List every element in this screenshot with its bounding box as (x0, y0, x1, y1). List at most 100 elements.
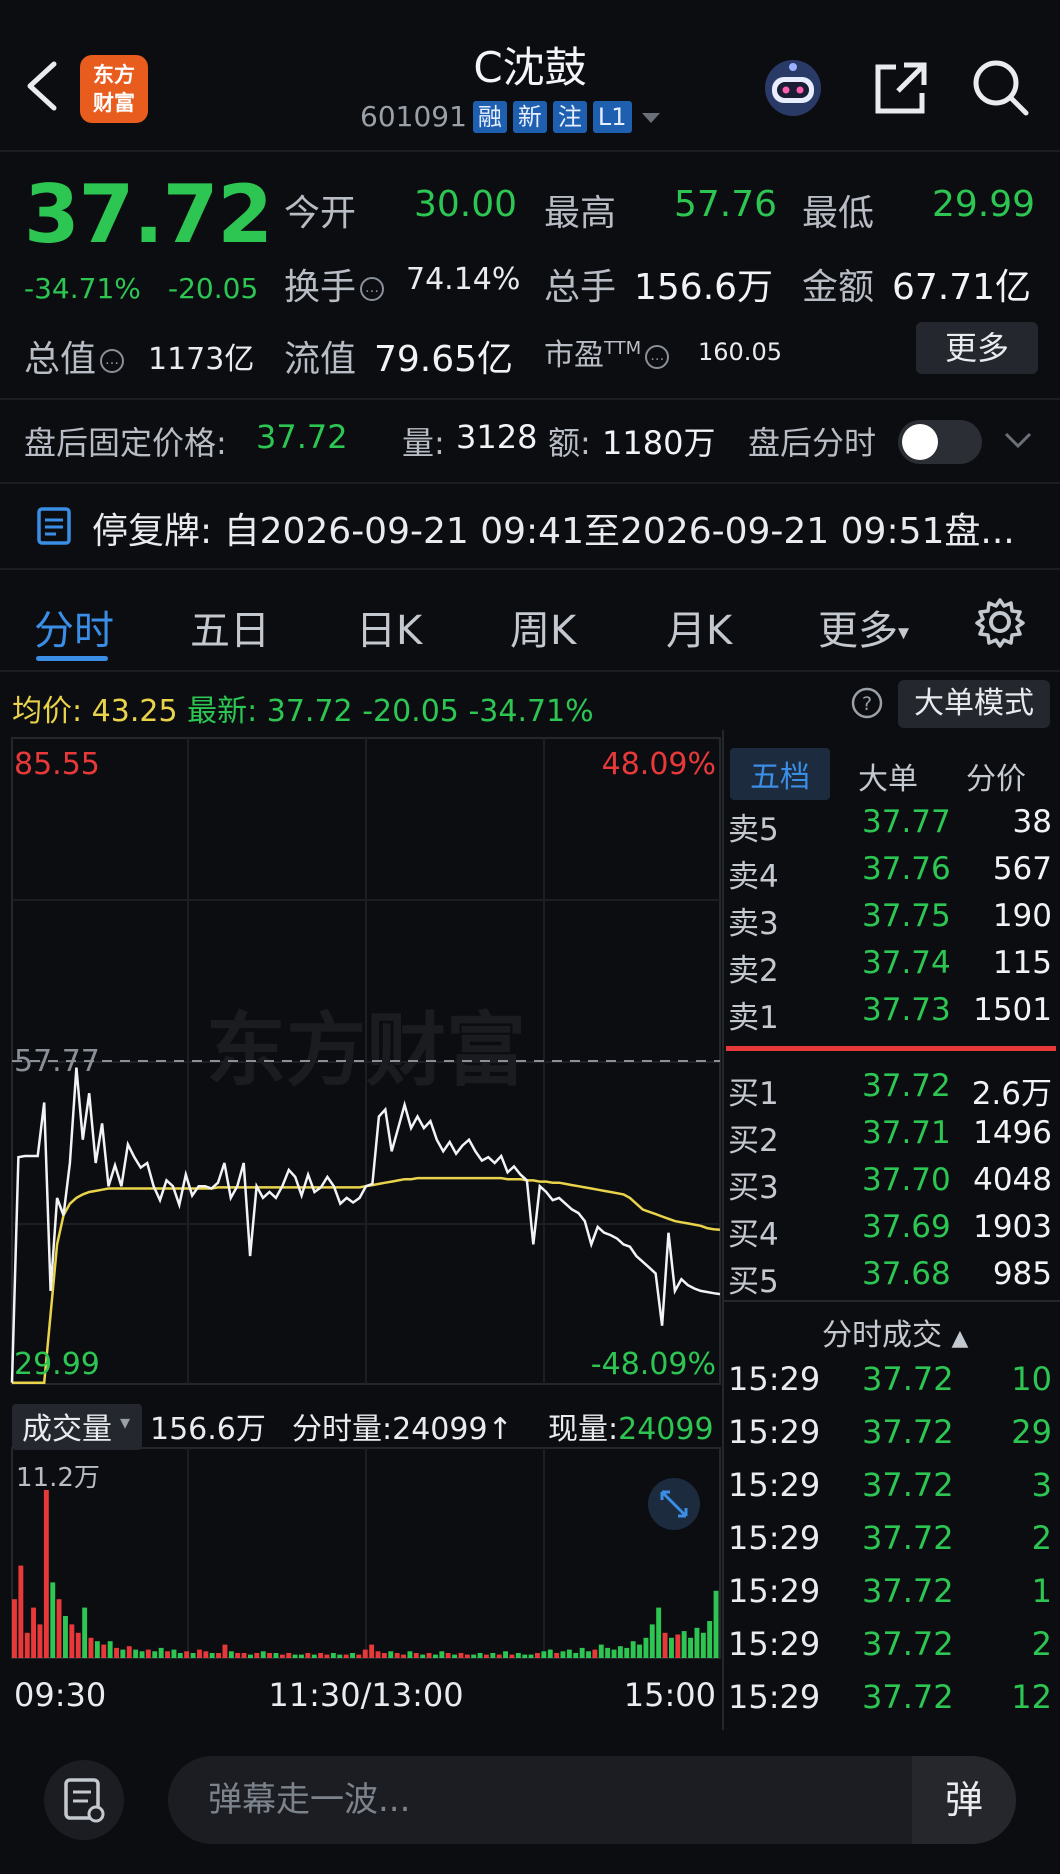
search-icon[interactable] (968, 55, 1034, 121)
ask-row[interactable]: 卖5 37.77 38 (728, 804, 1052, 851)
tab-big-orders[interactable]: 大单 (858, 754, 918, 798)
volume-bar (82, 1607, 88, 1658)
bid-row[interactable]: 买4 37.69 1903 (728, 1209, 1052, 1256)
volume-bar (286, 1653, 292, 1658)
volume-bar (592, 1649, 598, 1658)
info-icon[interactable]: … (360, 277, 385, 301)
stock-title: C沈鼓 (473, 43, 587, 92)
suspension-notice[interactable]: 停复牌: 自2026-09-21 09:41至2026-09-21 09:51盘… (92, 502, 1015, 554)
tab-monthly-k[interactable]: 月K (666, 598, 732, 656)
tab-intraday[interactable]: 分时 (34, 598, 114, 656)
volume-bar (158, 1647, 164, 1658)
bid-volume: 2.6万 (971, 1076, 1052, 1112)
info-icon[interactable]: … (645, 344, 670, 369)
ask-row[interactable]: 卖4 37.76 567 (728, 851, 1052, 898)
robot-assistant-icon[interactable] (760, 55, 826, 121)
volume-bar (369, 1644, 375, 1658)
volume-bar (375, 1651, 381, 1658)
ask-volume: 1501 (973, 992, 1052, 1028)
volume-bar (522, 1654, 528, 1658)
ask-volume: 567 (992, 851, 1052, 887)
tab-daily-k[interactable]: 日K (356, 598, 422, 656)
volume-bar (24, 1632, 30, 1658)
gear-icon[interactable] (974, 596, 1026, 652)
stock-code-row: 601091 融 新 注 L1 (360, 100, 664, 133)
bid-price: 37.69 (862, 1209, 951, 1245)
volume-bar (700, 1632, 706, 1658)
after-hours-toggle[interactable] (898, 420, 982, 464)
volume-bar (477, 1653, 483, 1658)
pe-label: 市盈TTM… (544, 330, 673, 374)
back-arrow-icon[interactable] (18, 56, 68, 116)
ask-row[interactable]: 卖1 37.73 1501 (728, 992, 1052, 1039)
ask-price: 37.74 (862, 945, 951, 981)
spread-divider (726, 1046, 1056, 1051)
latest-change: -20.05 (362, 694, 459, 729)
volume-bar (292, 1654, 298, 1658)
chevron-down-icon[interactable] (1002, 428, 1034, 456)
tab-price-dist[interactable]: 分价 (966, 754, 1026, 798)
volume-bar (433, 1654, 438, 1658)
volume-bar (611, 1649, 617, 1658)
volume-max-label: 11.2万 (16, 1463, 100, 1493)
tab-more[interactable]: 更多▾ (818, 598, 909, 656)
danmu-input[interactable]: 弹幕走一波... (168, 1756, 1016, 1844)
chevron-down-icon[interactable] (638, 107, 664, 127)
after-hours-vol: 3128 (456, 418, 538, 456)
bid-row[interactable]: 买2 37.71 1496 (728, 1115, 1052, 1162)
intraday-chart[interactable]: 东方财富 57.77 85.55 48.09% 29.99 -48.09% 11… (0, 730, 726, 1720)
trade-time: 15:29 (728, 1678, 821, 1716)
ask-price: 37.76 (862, 851, 951, 887)
bid-row[interactable]: 买5 37.68 985 (728, 1256, 1052, 1303)
open-value: 30.00 (414, 184, 518, 225)
tab-five-day[interactable]: 五日 (190, 598, 270, 656)
tab-order-book[interactable]: 五档 (730, 748, 830, 800)
caret-down-icon: ▾ (898, 620, 910, 646)
volume-bar (18, 1565, 24, 1658)
pct-max-label: 48.09% (602, 747, 716, 782)
after-hours-amt-label: 额: (548, 424, 591, 462)
volume-bar (50, 1582, 56, 1658)
pct-min-label: -48.09% (591, 1347, 716, 1382)
share-icon[interactable] (868, 55, 934, 121)
bid-row[interactable]: 买1 37.72 2.6万 (728, 1068, 1052, 1115)
after-hours-price: 37.72 (256, 418, 348, 456)
volume-bar (617, 1646, 623, 1658)
price-max-label: 85.55 (14, 747, 100, 782)
volume-bar (586, 1651, 591, 1658)
mktcap-label-text: 总值 (24, 339, 97, 380)
divider (0, 398, 1060, 400)
volume-bar (324, 1654, 330, 1658)
after-hours-intraday-label: 盘后分时 (748, 424, 877, 462)
tab-weekly-k[interactable]: 周K (510, 598, 576, 656)
current-vol-label: 现量: (548, 1412, 619, 1447)
volume-bar (209, 1653, 215, 1658)
more-button[interactable]: 更多 (916, 322, 1038, 374)
current-vol-value: 24099 (618, 1412, 714, 1447)
volume-bar (381, 1653, 387, 1658)
x-label-close: 15:00 (624, 1676, 716, 1714)
trades-header[interactable]: 分时成交 ▲ (822, 1310, 968, 1354)
volume-bar (662, 1632, 668, 1658)
after-hours-price-label: 盘后固定价格: (24, 424, 227, 462)
volume-bar (362, 1649, 368, 1658)
after-hours-vol-label: 量: (402, 424, 445, 462)
help-icon[interactable]: ? (850, 686, 884, 724)
change-percent: -34.71% (24, 272, 141, 305)
volume-bar (94, 1641, 100, 1658)
volume-bar (177, 1653, 183, 1658)
volume-bar (171, 1649, 177, 1658)
volume-bar (649, 1624, 655, 1658)
change-amount: -20.05 (168, 272, 259, 305)
ask-row[interactable]: 卖3 37.75 190 (728, 898, 1052, 945)
volume-bar (126, 1646, 132, 1658)
ask-row[interactable]: 卖2 37.74 115 (728, 945, 1052, 992)
expand-icon[interactable] (648, 1478, 700, 1530)
bid-row[interactable]: 买3 37.70 4048 (728, 1162, 1052, 1209)
danmu-button[interactable]: 弹 (912, 1756, 1016, 1844)
big-order-mode-button[interactable]: 大单模式 (898, 680, 1050, 728)
volume-bar (356, 1654, 362, 1658)
divider (724, 1300, 1060, 1302)
info-icon[interactable]: … (100, 349, 125, 373)
comment-list-icon[interactable] (44, 1760, 124, 1840)
